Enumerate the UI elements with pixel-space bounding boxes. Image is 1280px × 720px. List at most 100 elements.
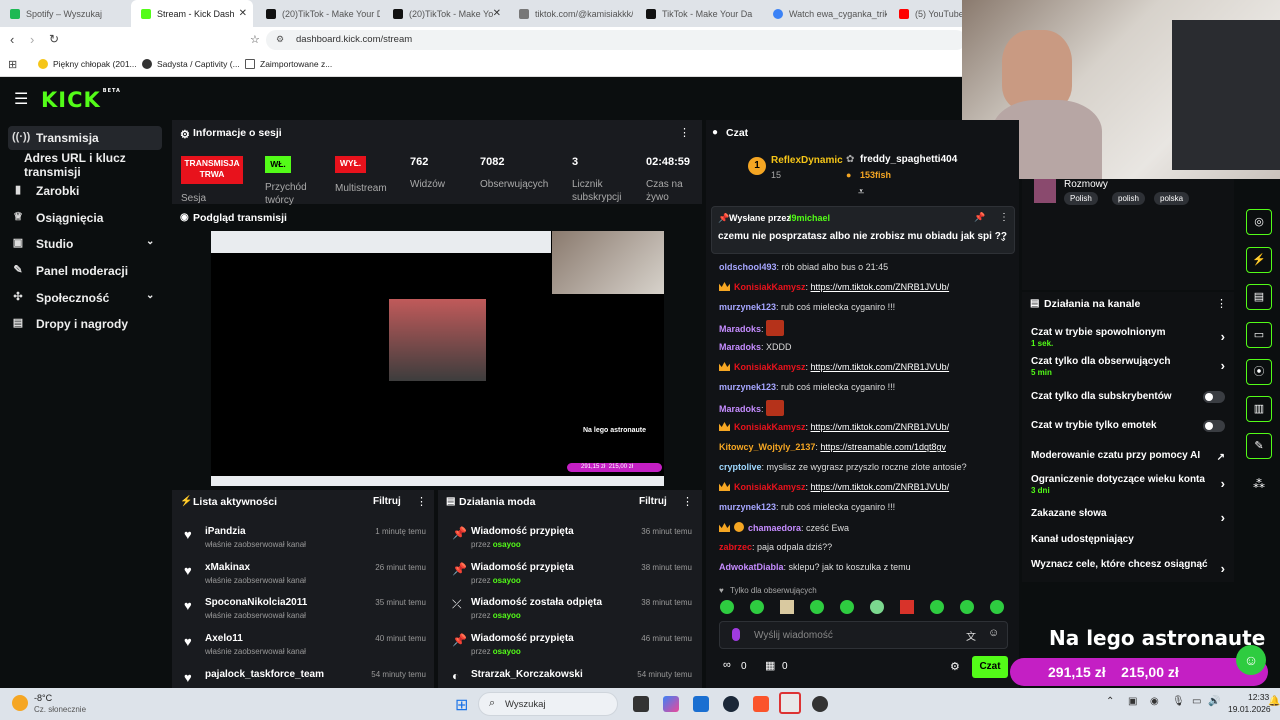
bookmark-1[interactable]: Piękny chłopak (201... [38,59,137,69]
microphone-icon[interactable] [732,628,740,641]
subscribers-only-row[interactable]: Czat tylko dla subskrybentów [1031,391,1231,403]
chat-message[interactable]: KonisiakKamysz: https://vm.tiktok.com/ZN… [719,282,1009,296]
stream-preview-video[interactable]: Na lego astronaute 291,15 zł 215,00 zł [211,231,664,486]
emote-icon[interactable] [780,600,794,614]
tab-spotify[interactable]: Spotify – Wyszukaj [0,0,128,27]
multistream-badge[interactable]: WYŁ. [335,156,366,173]
task-view-icon[interactable] [633,696,649,712]
tag[interactable]: polska [1154,192,1190,205]
tag[interactable]: polish [1112,192,1145,205]
activity-row[interactable]: ♥ iPandzia właśnie zaobserwował kanał 1 min… [180,522,432,558]
slow-mode-row[interactable]: Czat w trybie spowolnionym 1 sek. › [1031,327,1231,348]
emote-icon[interactable] [840,600,854,614]
store-icon[interactable] [693,696,709,712]
account-age-row[interactable]: Ograniczenie dotyczące wieku konta 3 dni › [1031,474,1231,495]
chat-message[interactable]: KonisiakKamysz: https://vm.tiktok.com/ZN… [719,482,1009,496]
activity-row[interactable]: ♥ Axelo11 właśnie zaobserwował kanał 40 min… [180,629,432,665]
broadcast-icon[interactable]: ⦿ [1246,359,1272,385]
chat-message[interactable]: KonisiakKamysz: https://vm.tiktok.com/ZN… [719,362,1009,376]
notification-bell-icon[interactable]: 🔔 [1268,696,1280,707]
emote-only-toggle[interactable] [1203,420,1225,432]
hosting-channel-row[interactable]: Kanał udostępniający [1031,534,1231,545]
close-tab-icon[interactable]: ✕ [239,8,247,19]
emote-icon[interactable] [750,600,764,614]
mod-filter-button[interactable]: Filtruj [639,496,667,507]
wrench-icon[interactable]: ✎ [1246,433,1272,459]
sidebar-item-dropy[interactable]: ▤ Dropy i nagrody [8,312,162,336]
chat-message[interactable]: zabrzec: paja odpala dziś?? [719,542,1009,556]
chat-message[interactable]: cryptolive: myslisz ze wygrasz przyszlo … [719,462,1009,476]
tag[interactable]: Polish [1064,192,1098,205]
emote-icon[interactable] [900,600,914,614]
chat-send-button[interactable]: Czat [972,656,1008,678]
fwd-badge[interactable]: WŁ. [265,156,291,173]
pinned-author[interactable]: l9michael [789,213,830,223]
emote-only-row[interactable]: Czat w trybie tylko emotek [1031,420,1231,432]
gift-box-icon[interactable]: ▦ [765,659,775,672]
site-info-icon[interactable]: ⚙ [276,34,284,45]
more-options-icon[interactable]: ⋮ [999,212,1009,223]
chat-message[interactable]: AdwokatDiabla: sklepu? jak to koszulka z… [719,562,1009,576]
sidebar-item-zarobki[interactable]: ▮ Zarobki [8,179,162,203]
layout-icon[interactable]: ▥ [1246,396,1272,422]
hamburger-menu-icon[interactable]: ☰ [14,89,28,109]
pin-toggle-icon[interactable]: 📌 [974,212,985,223]
gifter2-name[interactable]: freddy_spaghetti404 [860,154,957,165]
forward-icon[interactable]: › [30,32,34,47]
bookmark-folder[interactable]: Zaimportowane z... [245,59,332,69]
copilot-icon[interactable] [663,696,679,712]
tab-watch[interactable]: Watch ewa_cyganka_triki [763,0,887,27]
tab-kick-dashboard[interactable]: Stream - Kick Dash ✕ [131,0,253,27]
network-icon[interactable]: ▭ [1192,696,1201,707]
chat-message[interactable]: Kitowcy_Wojtyly_2137: https://streamable… [719,442,1009,456]
sidebar-item-osiagniecia[interactable]: ♕ Osiągnięcia [8,206,162,230]
top-gifter-name[interactable]: ReflexDynamic [771,155,843,166]
kick-logo[interactable]: KICK BETA [41,88,121,112]
chat-input[interactable]: Wyślij wiadomość 文 ☺ [719,621,1008,649]
collapse-gifters-icon[interactable]: ⩡ [858,186,864,199]
help-chat-icon[interactable]: ☺ [1236,645,1266,675]
chat-message[interactable]: murzynek123: rub coś mielecka cyganiro !… [719,382,1009,396]
chevron-down-icon[interactable]: ⌄ [999,233,1007,244]
goals-row[interactable]: Wyznacz cele, które chcesz osiągnąć › [1031,559,1231,576]
emote-icon[interactable] [960,600,974,614]
reload-icon[interactable]: ↻ [49,32,59,46]
apps-grid-icon[interactable]: ⊞ [8,58,17,71]
clock-date[interactable]: 19.01.2026 [1228,704,1271,714]
taskbar-search[interactable]: ⌕ Wyszukaj [478,692,618,716]
lightning-icon[interactable]: ⚡ [1246,247,1272,273]
tab-tiktok-4[interactable]: TikTok - Make Your Da [636,0,760,27]
ai-moderation-row[interactable]: Moderowanie czatu przy pomocy AI ↗ [1031,450,1231,463]
chat-message[interactable]: murzynek123: rub coś mielecka cyganiro !… [719,502,1009,516]
activity-filter-button[interactable]: Filtruj [373,496,401,507]
translate-icon[interactable]: 文 [966,628,976,643]
tray-icon[interactable]: ◉ [1150,696,1159,707]
windows-start-icon[interactable]: ⊞ [455,695,468,715]
sidebar-item-studio[interactable]: ▣ Studio ⌄ [8,232,162,256]
more-options-icon[interactable]: ⋮ [1216,297,1227,310]
camera-icon[interactable]: ◎ [1246,209,1272,235]
mod-action-row[interactable]: ◐ Strarzak_Korczakowski 54 minuty temu [446,665,696,687]
url-input[interactable]: dashboard.kick.com/stream [266,30,966,50]
tray-chevron-icon[interactable]: ⌃ [1106,696,1114,707]
bookmark-2[interactable]: Sadysta / Captivity (... [142,59,240,69]
more-options-icon[interactable]: ⋮ [416,495,427,508]
emote-icon[interactable] [870,600,884,614]
sidebar-item-url-key[interactable]: Adres URL i klucz transmisji [8,151,178,179]
clock-time[interactable]: 12:33 [1248,692,1269,702]
emote-icon[interactable] [930,600,944,614]
chat-message[interactable]: Maradoks: XDDD [719,342,1009,356]
mod-action-row[interactable]: 📌 Wiadomość przypięta przez osayoo 46 minut… [446,629,696,665]
subscribers-only-toggle[interactable] [1203,391,1225,403]
obs-icon[interactable] [812,696,828,712]
pinned-message[interactable]: 📌 Wysłane przez l9michael czemu nie posp… [711,206,1015,254]
microphone-icon[interactable]: 🎙 [1172,696,1185,707]
emote-icon[interactable] [720,600,734,614]
chat-icon[interactable]: ▭ [1246,322,1272,348]
mod-action-row[interactable]: 📌 Wiadomość przypięta przez osayoo 36 minut… [446,522,696,558]
app-icon[interactable] [779,692,801,714]
more-options-icon[interactable]: ⋮ [679,126,690,139]
activity-row[interactable]: ♥ SpoconaNikolcia2011 właśnie zaobserwował… [180,593,432,629]
activity-row[interactable]: ♥ pajalock_taskforce_team 54 minuty temu [180,665,432,687]
volume-icon[interactable]: 🔊 [1208,696,1220,707]
